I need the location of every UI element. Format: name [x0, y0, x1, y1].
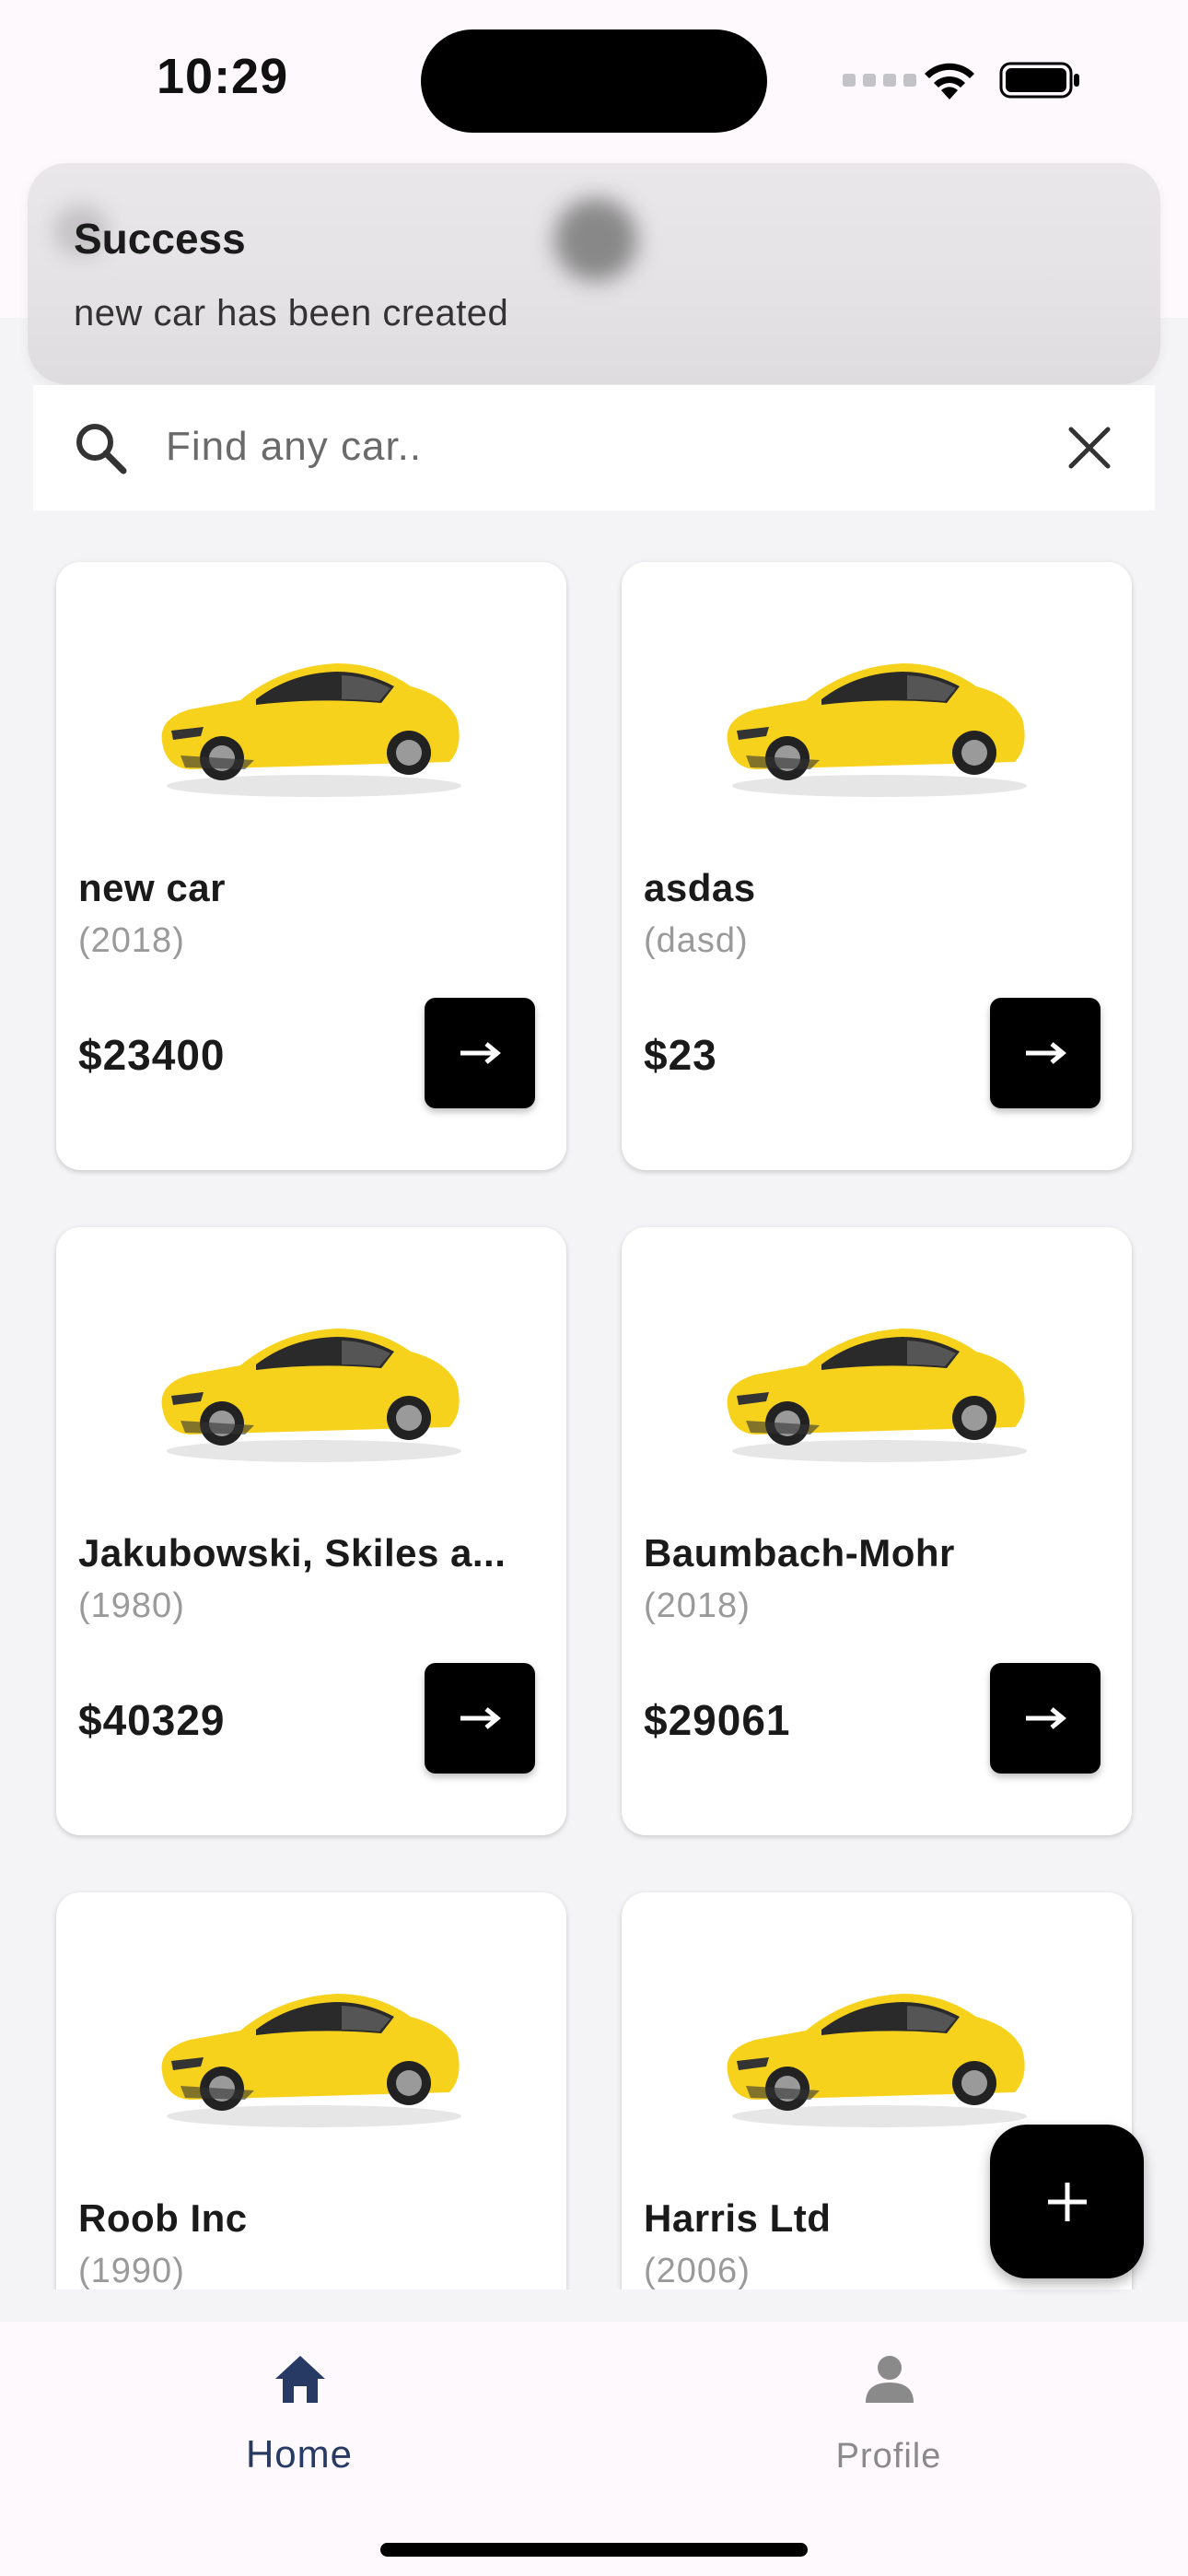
dynamic-island: [421, 29, 767, 133]
search-icon: [76, 424, 127, 474]
view-car-button[interactable]: [425, 1663, 535, 1774]
home-indicator: [380, 2543, 808, 2557]
car-name: new car: [78, 866, 226, 909]
view-car-button[interactable]: [990, 1663, 1101, 1774]
nav-label-home: Home: [245, 2432, 354, 2476]
status-time: 10:29: [157, 49, 289, 104]
car-price: $40329: [78, 1696, 226, 1744]
arrow-right-icon: [460, 1042, 501, 1064]
car-name: asdas: [644, 866, 756, 909]
view-car-button[interactable]: [990, 998, 1101, 1108]
car-card[interactable]: asdas (dasd) $23: [622, 562, 1132, 1170]
toast-blur-artifact: [554, 198, 637, 281]
car-image: [161, 663, 461, 797]
car-name: Roob Inc: [78, 2196, 248, 2240]
cellular-signal-icon: [843, 74, 916, 87]
plus-icon: [1047, 2182, 1087, 2221]
car-image: [161, 1329, 461, 1462]
toast-message: new car has been created: [74, 293, 509, 334]
car-year: (2006): [644, 2252, 751, 2289]
arrow-right-icon: [460, 1707, 501, 1729]
car-name: Jakubowski, Skiles a...: [78, 1531, 507, 1575]
car-image: [727, 1329, 1027, 1462]
car-grid: new car (2018) $23400 asdas (dasd) $23 J…: [0, 511, 1188, 2289]
car-year: (2018): [644, 1587, 751, 1625]
car-price: $23: [644, 1031, 717, 1079]
car-image: [727, 663, 1027, 797]
person-icon: [866, 2356, 914, 2403]
arrow-right-icon: [1026, 1042, 1066, 1064]
nav-item-home[interactable]: Home: [193, 2340, 405, 2478]
search-input[interactable]: [166, 415, 976, 479]
add-car-button[interactable]: [990, 2125, 1144, 2278]
car-year: (1980): [78, 1587, 185, 1625]
car-image: [161, 1994, 461, 2127]
car-year: (2018): [78, 921, 185, 960]
wifi-icon: [925, 63, 974, 100]
car-card[interactable]: Jakubowski, Skiles a... (1980) $40329: [56, 1227, 566, 1835]
arrow-right-icon: [1026, 1707, 1066, 1729]
car-card[interactable]: Baumbach-Mohr (2018) $29061: [622, 1227, 1132, 1835]
car-price: $23400: [78, 1031, 226, 1079]
car-card[interactable]: new car (2018) $23400: [56, 562, 566, 1170]
nav-label-profile: Profile: [835, 2437, 942, 2476]
view-car-button[interactable]: [425, 998, 535, 1108]
car-card[interactable]: Roob Inc (1990): [56, 1892, 566, 2289]
car-year: (dasd): [644, 921, 749, 960]
toast-title: Success: [74, 215, 246, 263]
car-year: (1990): [78, 2252, 185, 2289]
car-name: Baumbach-Mohr: [644, 1531, 955, 1575]
car-price: $29061: [644, 1696, 791, 1744]
home-icon: [275, 2356, 325, 2403]
battery-icon: [999, 62, 1079, 99]
nav-item-profile[interactable]: Profile: [783, 2340, 995, 2478]
bottom-navigation: [0, 2322, 1188, 2576]
clear-search-icon[interactable]: [1064, 422, 1115, 474]
car-image: [727, 1994, 1027, 2127]
